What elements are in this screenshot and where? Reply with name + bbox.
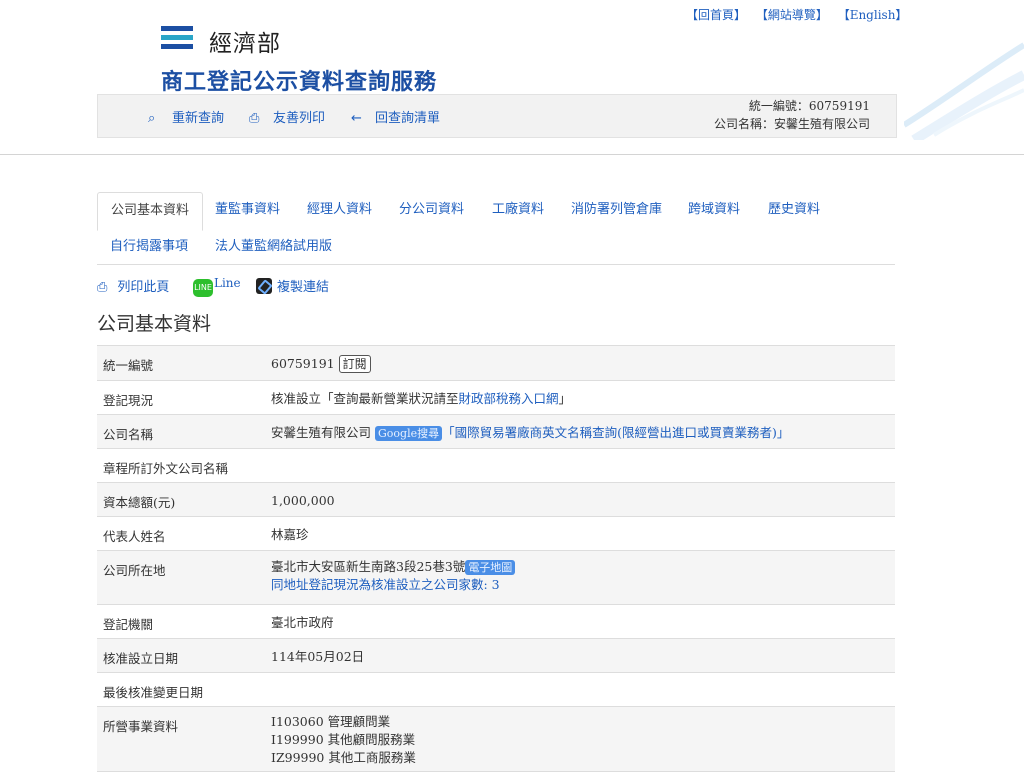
business-item: I199990 其他顧問服務業	[271, 732, 416, 747]
field-label: 資本總額(元)	[103, 495, 176, 510]
tab-corporate-network[interactable]: 法人董監網絡試用版	[215, 230, 332, 264]
tab-branches[interactable]: 分公司資料	[386, 192, 477, 229]
search-icon: ⌕	[148, 111, 156, 126]
business-item: I103060 管理顧問業	[271, 714, 391, 729]
link-icon	[256, 278, 272, 294]
field-label: 登記機關	[103, 617, 154, 632]
field-label: 登記現況	[103, 393, 154, 408]
toolbar: ⌕ 重新查詢 ⎙ 友善列印 ← 回查詢清單 統一編號：60759191 公司名稱：安馨…	[97, 94, 897, 138]
tab-factories[interactable]: 工廠資料	[479, 192, 557, 229]
tab-bar: 公司基本資料 董監事資料 經理人資料 分公司資料 工廠資料 消防署列管倉庫 跨域…	[97, 192, 895, 265]
company-info-table: 統一編號 60759191 訂閱 登記現況 核准設立「查詢最新營業狀況請至財政部稅…	[97, 345, 895, 772]
business-item: IZ99990 其他工商服務業	[271, 750, 416, 765]
tab-directors[interactable]: 董監事資料	[202, 192, 293, 229]
same-address-link[interactable]: 同地址登記現況為核准設立之公司家數: 3	[271, 576, 515, 594]
table-row: 資本總額(元) 1,000,000	[97, 483, 895, 517]
decorative-swoosh	[904, 42, 1024, 140]
table-row: 最後核准變更日期	[97, 673, 895, 707]
table-row: 公司所在地 臺北市大安區新生南路3段25巷3號 電子地圖 同地址登記現況為核准設立…	[97, 551, 895, 605]
print-page-button[interactable]: ⎙ 列印此頁	[97, 276, 169, 295]
line-label: Line	[214, 276, 241, 290]
field-value: 114年05月02日	[271, 649, 365, 664]
field-label: 核准設立日期	[103, 651, 179, 666]
status-value: 核准設立	[271, 391, 322, 406]
field-label: 公司所在地	[103, 563, 166, 578]
table-row: 章程所訂外文公司名稱	[97, 449, 895, 483]
google-search-button[interactable]: Google搜尋	[375, 426, 443, 441]
status-note: 「查詢最新營業狀況請至	[321, 391, 459, 406]
field-label: 所營事業資料	[103, 719, 179, 734]
print-friendly-button[interactable]: ⎙ 友善列印	[249, 107, 325, 126]
printer-icon: ⎙	[97, 280, 108, 295]
table-row: 登記現況 核准設立「查詢最新營業狀況請至財政部稅務入口網」	[97, 381, 895, 415]
back-to-list-label: 回查詢清單	[375, 111, 441, 126]
sitemap-link[interactable]: 【網站導覽】	[756, 8, 828, 22]
ministry-name: 經濟部	[209, 31, 281, 57]
home-link[interactable]: 【回首頁】	[686, 8, 746, 22]
electronic-map-button[interactable]: 電子地圖	[465, 560, 516, 575]
tab-cross-domain[interactable]: 跨域資料	[675, 192, 753, 229]
copy-link-label: 複製連結	[277, 280, 330, 295]
field-label: 代表人姓名	[103, 529, 166, 544]
moea-logo-icon	[161, 26, 193, 58]
share-line-button[interactable]: LINE Line	[193, 276, 241, 297]
field-value: 臺北市大安區新生南路3段25巷3號 電子地圖 同地址登記現況為核准設立之公司家數:…	[271, 558, 516, 594]
field-value: 60759191 訂閱	[271, 355, 371, 373]
summary-name: 公司名稱：安馨生殖有限公司	[713, 117, 870, 131]
field-label: 最後核准變更日期	[103, 685, 204, 700]
field-value: 臺北市政府	[271, 615, 334, 630]
page-title: 公司基本資料	[97, 313, 212, 335]
field-value: 1,000,000	[271, 493, 335, 508]
table-row: 統一編號 60759191 訂閱	[97, 346, 895, 381]
field-label: 章程所訂外文公司名稱	[103, 461, 229, 476]
tab-managers[interactable]: 經理人資料	[294, 192, 385, 229]
table-row: 登記機關 臺北市政府	[97, 605, 895, 639]
requery-button[interactable]: ⌕ 重新查詢	[148, 107, 224, 126]
table-row: 所營事業資料 I103060 管理顧問業 I199990 其他顧問服務業 IZ9…	[97, 707, 895, 772]
field-value: 安馨生殖有限公司 Google搜尋 「國際貿易署廠商英文名稱查詢(限經營出進口或買…	[271, 424, 789, 442]
print-page-label: 列印此頁	[117, 280, 170, 295]
tab-company-basic[interactable]: 公司基本資料	[97, 192, 204, 231]
table-row: 公司名稱 安馨生殖有限公司 Google搜尋 「國際貿易署廠商英文名稱查詢(限經營…	[97, 415, 895, 449]
tab-history[interactable]: 歷史資料	[755, 192, 833, 229]
english-link[interactable]: 【English】	[838, 8, 908, 22]
field-value: I103060 管理顧問業 I199990 其他顧問服務業 IZ99990 其他…	[271, 713, 416, 767]
field-label: 公司名稱	[103, 427, 154, 442]
field-value: 林嘉珍	[271, 527, 309, 542]
field-value: 核准設立「查詢最新營業狀況請至財政部稅務入口網」	[271, 390, 571, 408]
table-row: 代表人姓名 林嘉珍	[97, 517, 895, 551]
copy-link-button[interactable]: 複製連結	[256, 276, 329, 295]
subscribe-button[interactable]: 訂閱	[338, 355, 371, 373]
field-label: 統一編號	[103, 358, 154, 373]
summary-uid: 統一編號：60759191	[748, 99, 870, 113]
tax-portal-link[interactable]: 財政部稅務入口網	[459, 391, 559, 406]
trade-english-name-link[interactable]: 「國際貿易署廠商英文名稱查詢(限經營出進口或買賣業務者)」	[442, 425, 789, 440]
company-name-value: 安馨生殖有限公司	[271, 425, 372, 440]
service-title: 商工登記公示資料查詢服務	[161, 70, 438, 95]
top-links: 【回首頁】 【網站導覽】 【English】	[686, 6, 913, 23]
line-icon: LINE	[193, 279, 213, 297]
tab-self-disclosure[interactable]: 自行揭露事項	[110, 230, 188, 264]
back-to-list-button[interactable]: ← 回查詢清單	[351, 107, 440, 126]
address-value: 臺北市大安區新生南路3段25巷3號	[271, 559, 466, 574]
company-summary: 統一編號：60759191 公司名稱：安馨生殖有限公司	[714, 97, 870, 133]
uid-value: 60759191	[271, 356, 335, 371]
requery-label: 重新查詢	[172, 111, 225, 126]
print-friendly-label: 友善列印	[273, 111, 326, 126]
status-note-close: 」	[558, 391, 572, 406]
printer-icon: ⎙	[249, 111, 260, 126]
arrow-left-icon: ←	[351, 111, 362, 126]
table-row: 核准設立日期 114年05月02日	[97, 639, 895, 673]
header-divider	[0, 154, 1024, 155]
tab-fire-warehouse[interactable]: 消防署列管倉庫	[558, 192, 675, 229]
